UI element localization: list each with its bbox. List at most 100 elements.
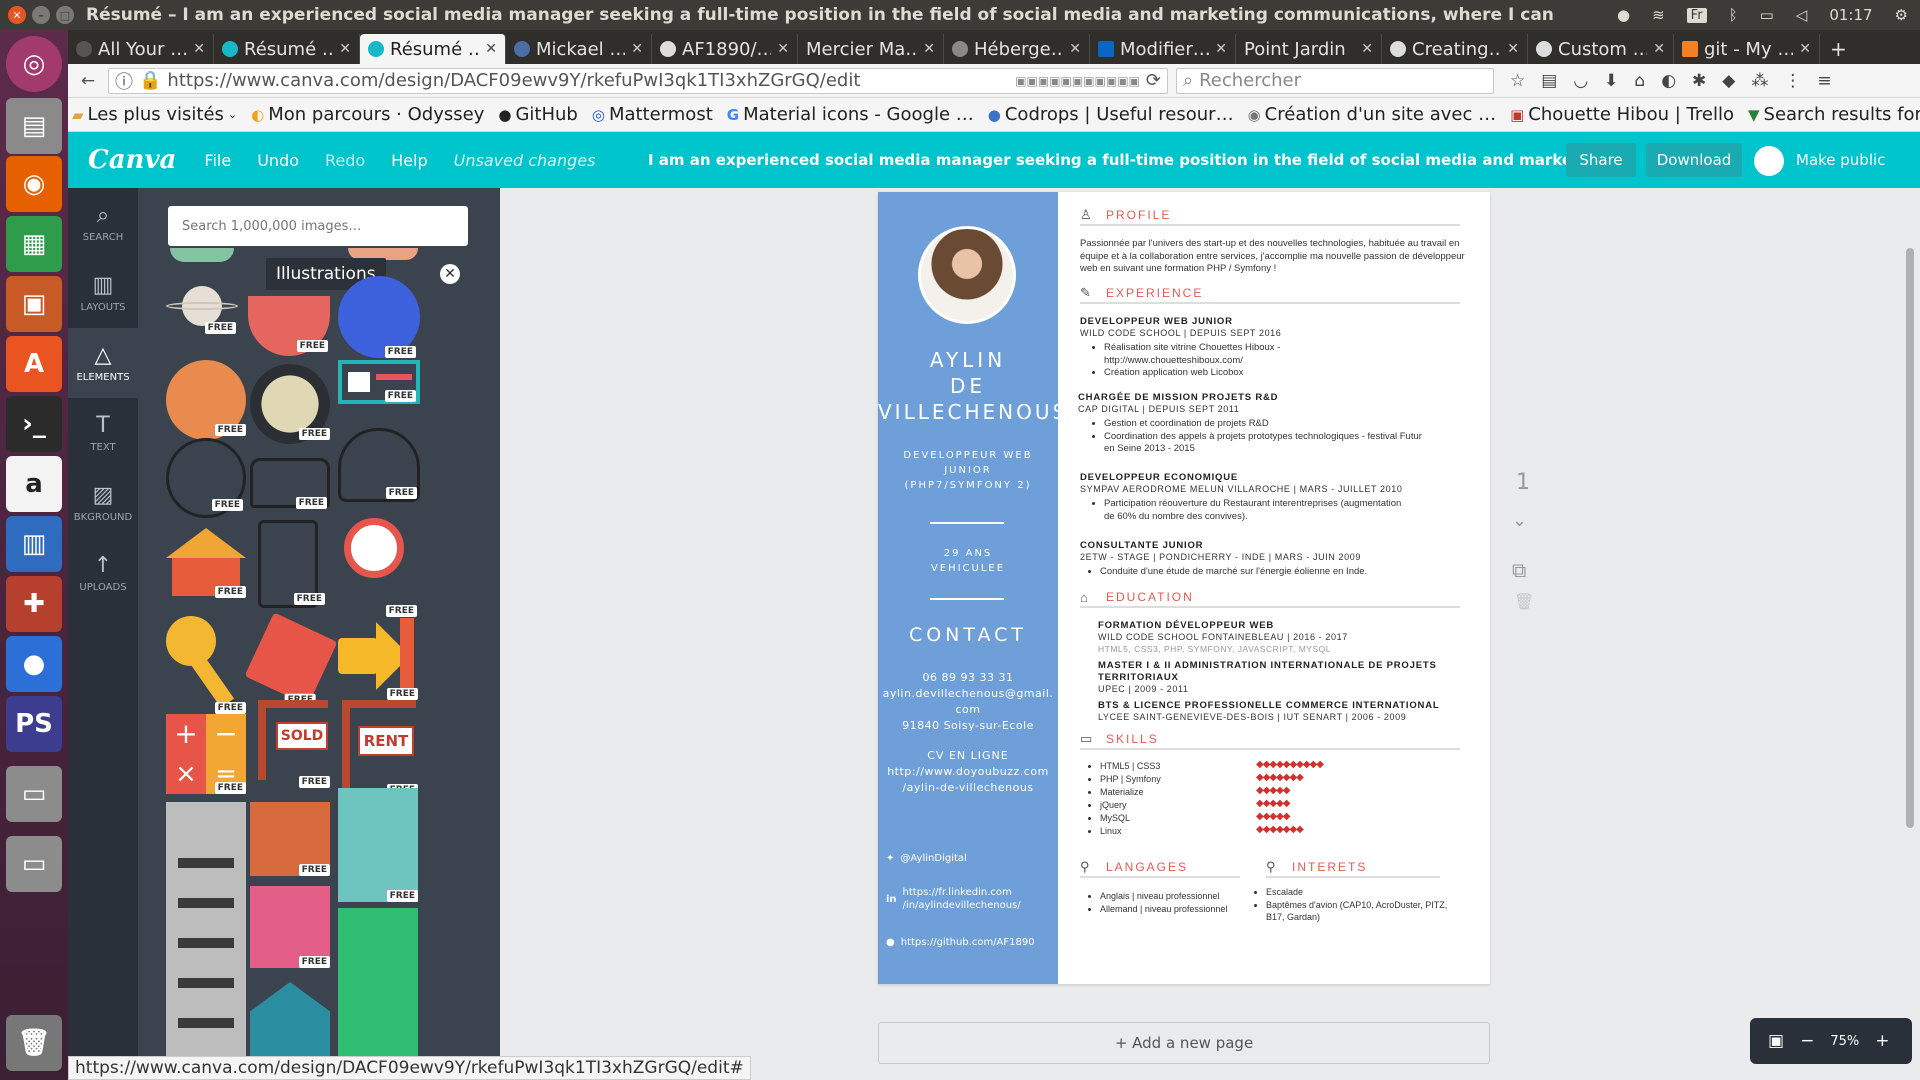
reload-icon[interactable]: ⟳: [1146, 70, 1161, 91]
close-tab-icon[interactable]: ✕: [923, 41, 935, 57]
zoom-out-button[interactable]: −: [1800, 1031, 1814, 1051]
puzzle-icon[interactable]: ⁂: [1751, 71, 1768, 91]
keyboard-layout[interactable]: Fr: [1686, 7, 1707, 23]
sync-icon[interactable]: ◐: [1661, 71, 1676, 91]
undo-button[interactable]: Undo: [257, 151, 299, 170]
rail-background[interactable]: ▨ BKGROUND: [68, 468, 138, 538]
planet-red-illustration[interactable]: FREE: [248, 296, 330, 356]
phpstorm-icon[interactable]: PS: [6, 696, 62, 752]
ubuntu-dash-icon[interactable]: ◎: [6, 36, 62, 92]
close-tab-icon[interactable]: ✕: [1069, 41, 1081, 57]
planet-orange-illustration[interactable]: FREE: [166, 360, 246, 440]
close-tab-icon[interactable]: ✕: [631, 41, 643, 57]
close-tab-icon[interactable]: ✕: [1361, 41, 1373, 57]
close-tab-icon[interactable]: ✕: [339, 41, 351, 57]
sold-sign-illustration[interactable]: SOLD FREE: [250, 700, 330, 788]
bluetooth-icon[interactable]: ᛒ: [1729, 6, 1738, 24]
close-tab-icon[interactable]: ✕: [1215, 41, 1227, 57]
make-public-label[interactable]: Make public: [1796, 132, 1885, 188]
bookmark-creation-site[interactable]: ◉ Création d'un site avec …: [1248, 104, 1497, 125]
url-bar[interactable]: ⓘ 🔒 https://www.canva.com/design/DACF09e…: [108, 67, 1168, 94]
close-tab-icon[interactable]: ✕: [485, 41, 497, 57]
add-new-page-button[interactable]: + Add a new page: [878, 1022, 1490, 1064]
back-icon[interactable]: ←: [76, 71, 100, 91]
reader-list-icon[interactable]: ▤: [1541, 71, 1557, 91]
download-icon[interactable]: ⬇: [1604, 71, 1618, 91]
rail-uploads[interactable]: ↑ UPLOADS: [68, 538, 138, 608]
rail-text[interactable]: T TEXT: [68, 398, 138, 468]
bug-icon[interactable]: ✱: [1692, 71, 1706, 91]
tab-custom[interactable]: Custom … ✕: [1528, 34, 1674, 64]
minimize-window-icon[interactable]: –: [32, 6, 50, 24]
calculator-illustration[interactable]: + − × = FREE: [166, 714, 246, 794]
chat-app-icon[interactable]: ●: [6, 636, 62, 692]
tab-mercier[interactable]: Mercier Ma… ✕: [798, 34, 944, 64]
tab-mickael[interactable]: Mickael … ✕: [506, 34, 652, 64]
zoom-level[interactable]: 75%: [1830, 1034, 1859, 1049]
new-tab-button[interactable]: +: [1820, 34, 1857, 64]
bookmark-search-results[interactable]: ▼Search results for Social…: [1748, 104, 1920, 125]
close-tab-icon[interactable]: ✕: [193, 41, 205, 57]
key-illustration[interactable]: FREE: [166, 616, 246, 714]
tab-all-your[interactable]: All Your … ✕: [68, 34, 214, 64]
teal-building-illustration[interactable]: FREE: [338, 788, 418, 902]
saturn-illustration[interactable]: FREE: [166, 284, 238, 334]
menu-icon[interactable]: ≡: [1817, 71, 1831, 91]
bookmark-trello[interactable]: ▣ Chouette Hibou | Trello: [1510, 104, 1734, 125]
url-text[interactable]: https://www.canva.com/design/DACF09ewv9Y…: [167, 70, 1009, 91]
pocket-icon[interactable]: ◡: [1573, 71, 1588, 91]
extension-icons[interactable]: ▣▣▣▣▣▣▣▣▣▣▣: [1015, 74, 1140, 88]
trash-icon[interactable]: 🗑: [6, 1015, 62, 1071]
amazon-icon[interactable]: a: [6, 456, 62, 512]
close-tab-icon[interactable]: ✕: [1507, 41, 1519, 57]
close-tab-icon[interactable]: ✕: [777, 41, 789, 57]
workspace-scrollbar[interactable]: [1906, 248, 1914, 828]
tab-modifier[interactable]: Modifier… ✕: [1090, 34, 1236, 64]
bookmark-star-icon[interactable]: ☆: [1510, 71, 1525, 91]
tab-hebergement[interactable]: Héberge… ✕: [944, 34, 1090, 64]
rail-layouts[interactable]: ▥ LAYOUTS: [68, 258, 138, 328]
image-search-input[interactable]: [168, 206, 468, 246]
document-illustration[interactable]: FREE: [244, 612, 338, 706]
info-icon[interactable]: ⓘ: [115, 68, 133, 94]
close-tab-icon[interactable]: ✕: [1653, 41, 1665, 57]
presentation-icon[interactable]: ▣: [6, 276, 62, 332]
helmet-illustration[interactable]: FREE: [338, 428, 420, 502]
green-building-illustration[interactable]: [338, 908, 418, 1080]
terminal-icon[interactable]: ›_: [6, 396, 62, 452]
tab-git[interactable]: git - My … ✕: [1674, 34, 1820, 64]
house-illustration[interactable]: FREE: [166, 528, 246, 598]
design-title[interactable]: I am an experienced social media manager…: [648, 132, 1620, 188]
volume-icon[interactable]: ◁: [1796, 6, 1808, 24]
fence-illustration[interactable]: FREE: [250, 802, 330, 876]
bookmark-odyssey[interactable]: ◐ Mon parcours · Odyssey: [251, 104, 484, 125]
wifi-icon[interactable]: ≋: [1652, 6, 1665, 24]
dots-icon[interactable]: ⋮: [1784, 71, 1801, 91]
cyclist-illustration[interactable]: FREE: [166, 438, 246, 518]
close-window-icon[interactable]: ✕: [8, 6, 26, 24]
planet-green-illustration[interactable]: [170, 248, 234, 262]
pink-building-illustration[interactable]: FREE: [250, 886, 330, 968]
drive-icon-2[interactable]: ▭: [6, 836, 62, 892]
chevron-down-icon[interactable]: ⌄: [1512, 510, 1527, 531]
tab-resume-active[interactable]: Résumé … ✕: [360, 34, 506, 64]
settings-gear-icon[interactable]: ⚙: [1895, 6, 1908, 24]
zoom-in-button[interactable]: +: [1875, 1031, 1889, 1051]
canva-logo[interactable]: Canva: [88, 145, 176, 175]
bookmark-mattermost[interactable]: ◎ Mattermost: [592, 104, 713, 125]
tab-creating[interactable]: Creating… ✕: [1382, 34, 1528, 64]
delete-page-icon[interactable]: 🗑: [1514, 592, 1534, 611]
file-menu[interactable]: File: [204, 151, 231, 170]
file-manager-icon[interactable]: ▤: [6, 98, 62, 154]
writer-icon[interactable]: ▥: [6, 516, 62, 572]
share-button[interactable]: Share: [1566, 143, 1636, 177]
rent-sign-illustration[interactable]: RENT FREE: [338, 700, 418, 796]
planet-blue-illustration[interactable]: FREE: [338, 276, 420, 358]
rail-search[interactable]: ⌕ SEARCH: [68, 188, 138, 258]
clock[interactable]: 01:17: [1829, 6, 1872, 24]
extension-icon[interactable]: ◆: [1722, 71, 1735, 91]
redo-button[interactable]: Redo: [325, 151, 365, 170]
tab-point-jardin[interactable]: Point Jardin ✕: [1236, 34, 1382, 64]
tab-af1890[interactable]: AF1890/… ✕: [652, 34, 798, 64]
profile-photo[interactable]: [918, 226, 1016, 324]
